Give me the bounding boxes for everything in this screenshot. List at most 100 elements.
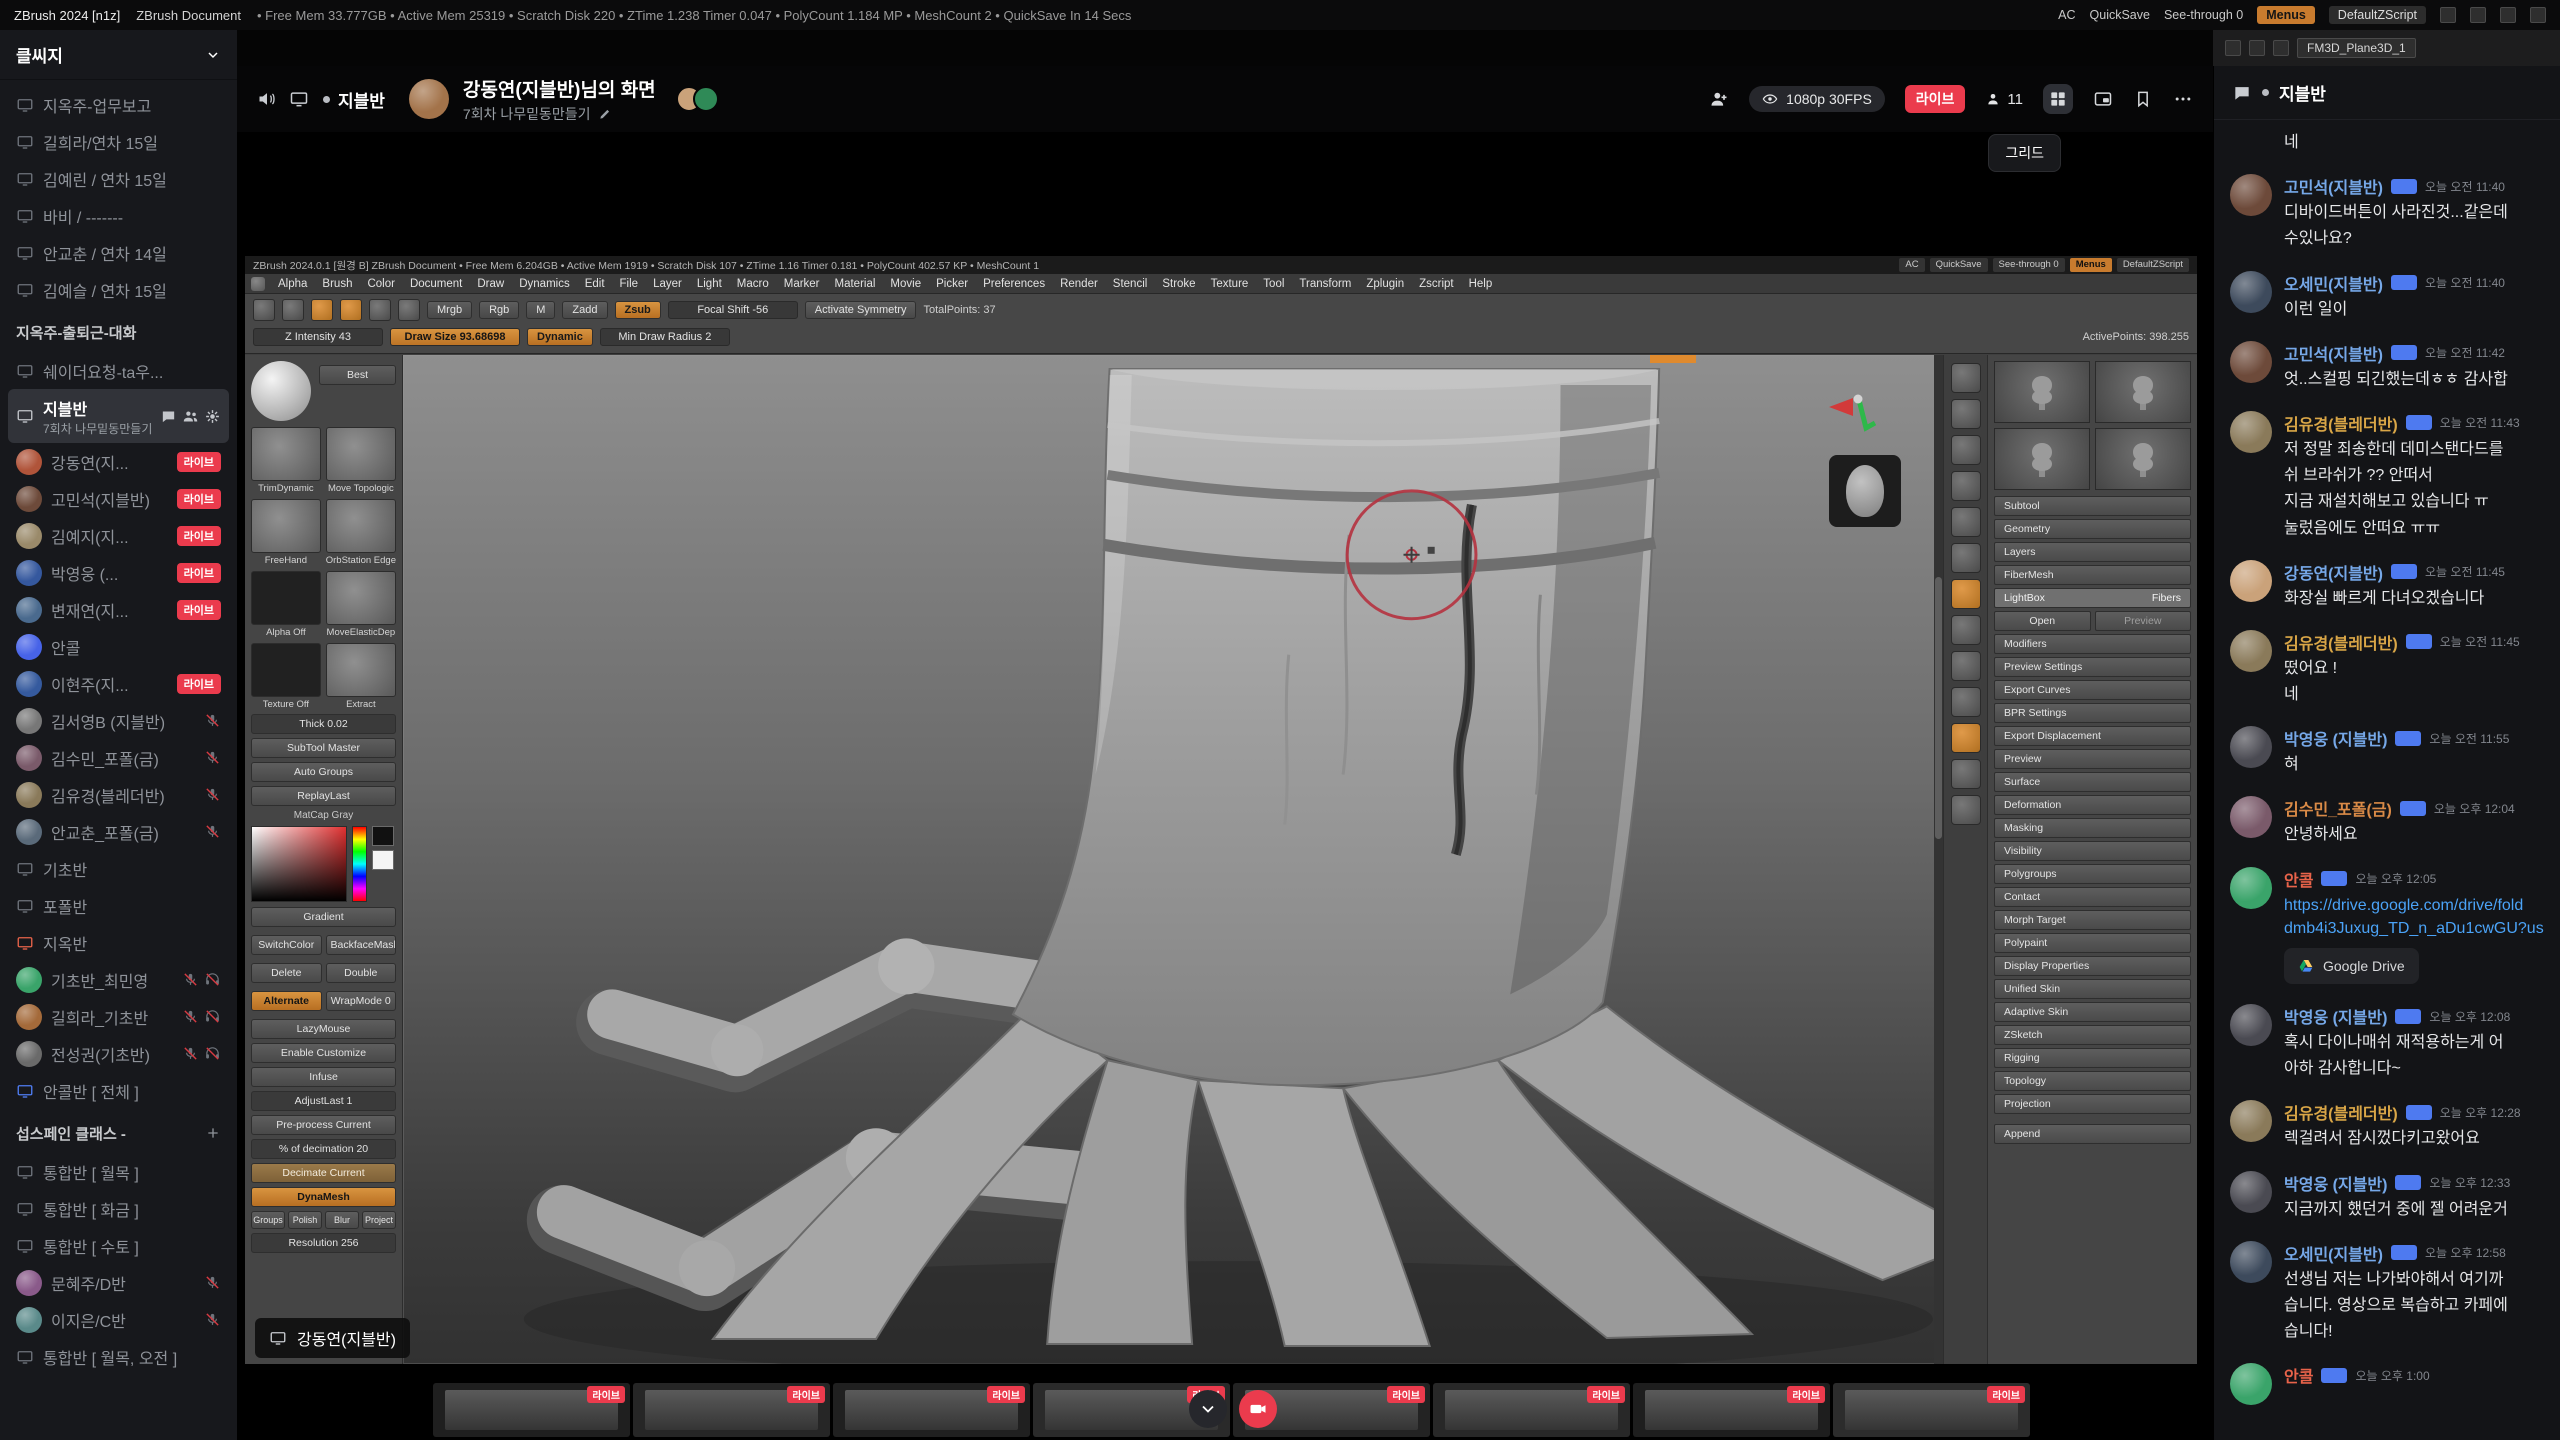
swatch-white[interactable] — [372, 850, 394, 870]
participant-avatar-stack[interactable] — [676, 86, 719, 112]
shelf-icon[interactable] — [1951, 579, 1981, 609]
shelf-icon[interactable] — [1951, 471, 1981, 501]
palette-button[interactable]: Groups — [251, 1211, 285, 1229]
chat-avatar[interactable] — [2230, 560, 2272, 602]
palette-button[interactable]: Auto Groups — [251, 762, 396, 782]
host-layout-icon[interactable] — [2530, 7, 2546, 23]
palette-button[interactable]: Infuse — [251, 1067, 396, 1087]
zbrush-menu-item[interactable]: Document — [403, 278, 469, 290]
link-preview-card[interactable]: Google Drive — [2284, 948, 2419, 984]
zbrush-toolbar-control[interactable]: Dynamic — [527, 328, 593, 346]
zbrush-menu-item[interactable]: Zscript — [1412, 278, 1461, 290]
zbrush-toolbar-control[interactable]: M — [526, 301, 555, 319]
sidebar-item-channel[interactable]: 기초반 — [8, 850, 229, 887]
palette-button[interactable]: LazyMouse — [251, 1019, 396, 1039]
shelf-icon[interactable] — [1951, 543, 1981, 573]
zbrush-titlebar-button[interactable]: QuickSave — [1930, 258, 1988, 272]
more-options-button[interactable] — [2173, 89, 2193, 109]
tool-palette-section[interactable]: Geometry — [1994, 519, 2191, 539]
shelf-icon[interactable] — [1951, 759, 1981, 789]
sidebar-item-channel[interactable]: 통합반 [ 월목, 오전 ] — [8, 1338, 229, 1375]
zbrush-menu-item[interactable]: Edit — [578, 278, 612, 290]
zbrush-menu-item[interactable]: Color — [360, 278, 401, 290]
chat-avatar[interactable] — [2230, 867, 2272, 909]
chat-avatar[interactable] — [2230, 271, 2272, 313]
stream-thumbnail[interactable]: 라이브 — [1633, 1383, 1830, 1437]
tool-palette-section[interactable]: Export Curves — [1994, 680, 2191, 700]
zbrush-toolbar-control[interactable]: Draw Size 93.68698 — [390, 328, 520, 346]
zbrush-toolbar-icon[interactable] — [340, 299, 362, 321]
brush-tile[interactable]: OrbStation Edge — [326, 499, 396, 566]
voice-member-row[interactable]: 기초반_최민영 — [8, 961, 229, 998]
host-shelf-icon[interactable] — [2249, 40, 2265, 56]
sidebar-item-channel[interactable]: 통합반 [ 화금 ] — [8, 1190, 229, 1227]
swatch-black[interactable] — [372, 826, 394, 846]
brush-tile[interactable]: Move Topologic — [326, 427, 396, 494]
tool-palette-section[interactable]: BPR Settings — [1994, 703, 2191, 723]
palette-button[interactable]: Enable Customize — [251, 1043, 396, 1063]
voice-member-row[interactable]: 김예지(지...라이브 — [8, 517, 229, 554]
material-best-button[interactable]: Best — [319, 365, 396, 385]
zbrush-toolbar-control[interactable]: Mrgb — [427, 301, 472, 319]
zbrush-toolbar-control[interactable]: Zsub — [615, 301, 661, 319]
chat-message-list[interactable]: 네고민석(지블반)오늘 오전 11:40디바이드버튼이 사라진것...같은데수있… — [2214, 120, 2560, 1440]
gear-icon[interactable] — [204, 408, 221, 425]
stream-thumbnail[interactable]: 라이브 — [433, 1383, 630, 1437]
voice-member-row[interactable]: 안교춘_포폴(금) — [8, 813, 229, 850]
brush-tile[interactable]: Extract — [326, 643, 396, 710]
camera-view-thumbnail[interactable] — [1829, 455, 1901, 527]
palette-button[interactable]: WrapMode 0 — [326, 991, 397, 1011]
sidebar-item-channel[interactable]: 쉐이더요청-ta우... — [8, 352, 229, 389]
zbrush-menu-item[interactable]: Movie — [883, 278, 928, 290]
chat-avatar[interactable] — [2230, 1363, 2272, 1405]
tool-thumbnail[interactable] — [1994, 361, 2090, 423]
people-icon[interactable] — [182, 408, 199, 425]
chat-header[interactable]: 지블반 — [2214, 66, 2560, 120]
picture-in-picture-button[interactable] — [2093, 89, 2113, 109]
zbrush-menu-item[interactable]: Marker — [777, 278, 827, 290]
host-layout-icon[interactable] — [2500, 7, 2516, 23]
palette-slider[interactable]: Thick 0.02 — [251, 714, 396, 734]
zbrush-toolbar-control[interactable]: Focal Shift -56 — [668, 301, 798, 319]
zbrush-menu-item[interactable]: Preferences — [976, 278, 1052, 290]
palette-button[interactable]: SubTool Master — [251, 738, 396, 758]
sidebar-item-channel[interactable]: 통합반 [ 수토 ] — [8, 1227, 229, 1264]
host-menus-button[interactable]: Menus — [2257, 6, 2315, 24]
host-shelf-icon[interactable] — [2225, 40, 2241, 56]
palette-button[interactable]: Blur — [325, 1211, 359, 1229]
tool-palette-section[interactable]: Preview — [1994, 749, 2191, 769]
presenter-avatar[interactable] — [409, 79, 449, 119]
message-author[interactable]: 김유경(블레더반) — [2284, 1100, 2398, 1124]
zbrush-toolbar-control[interactable]: Activate Symmetry — [805, 301, 917, 319]
sidebar-item-channel[interactable]: 지옥주-업무보고 — [8, 86, 229, 123]
chat-avatar[interactable] — [2230, 1241, 2272, 1283]
tool-palette-section[interactable]: Rigging — [1994, 1048, 2191, 1068]
shelf-icon[interactable] — [1951, 795, 1981, 825]
tool-palette-section[interactable]: Surface — [1994, 772, 2191, 792]
palette-slider[interactable]: Resolution 256 — [251, 1233, 396, 1253]
sidebar-item-channel[interactable]: 김예린 / 연차 15일 — [8, 160, 229, 197]
palette-button[interactable]: BackfaceMask — [326, 935, 397, 955]
message-author[interactable]: 오세민(지블반) — [2284, 271, 2383, 295]
tool-palette-section[interactable]: Display Properties — [1994, 956, 2191, 976]
canvas-scrollbar[interactable] — [1934, 355, 1943, 1364]
color-gradient-square[interactable] — [251, 826, 347, 902]
palette-slider[interactable]: % of decimation 20 — [251, 1139, 396, 1159]
stream-video[interactable]: ZBrush 2024.0.1 [원경 B] ZBrush Document •… — [237, 132, 2213, 1380]
message-author[interactable]: 안콜 — [2284, 867, 2313, 891]
shelf-icon[interactable] — [1951, 687, 1981, 717]
host-tool-tab[interactable]: FM3D_Plane3D_1 — [2297, 38, 2416, 58]
voice-member-row[interactable]: 김수민_포폴(금) — [8, 739, 229, 776]
chat-avatar[interactable] — [2230, 630, 2272, 672]
host-shelf-icon[interactable] — [2273, 40, 2289, 56]
zbrush-titlebar-button[interactable]: Menus — [2070, 258, 2112, 272]
tool-palette-section[interactable]: Unified Skin — [1994, 979, 2191, 999]
brush-tile[interactable]: MoveElasticDep — [326, 571, 396, 638]
zbrush-menu-item[interactable]: Picker — [929, 278, 975, 290]
shelf-icon[interactable] — [1951, 651, 1981, 681]
append-button[interactable]: Append — [1994, 1124, 2191, 1144]
tool-palette-section[interactable]: Projection — [1994, 1094, 2191, 1114]
tool-palette-section[interactable]: Layers — [1994, 542, 2191, 562]
zbrush-toolbar-control[interactable]: Z Intensity 43 — [253, 328, 383, 346]
host-seethrough-slider[interactable]: See-through 0 — [2164, 8, 2243, 22]
